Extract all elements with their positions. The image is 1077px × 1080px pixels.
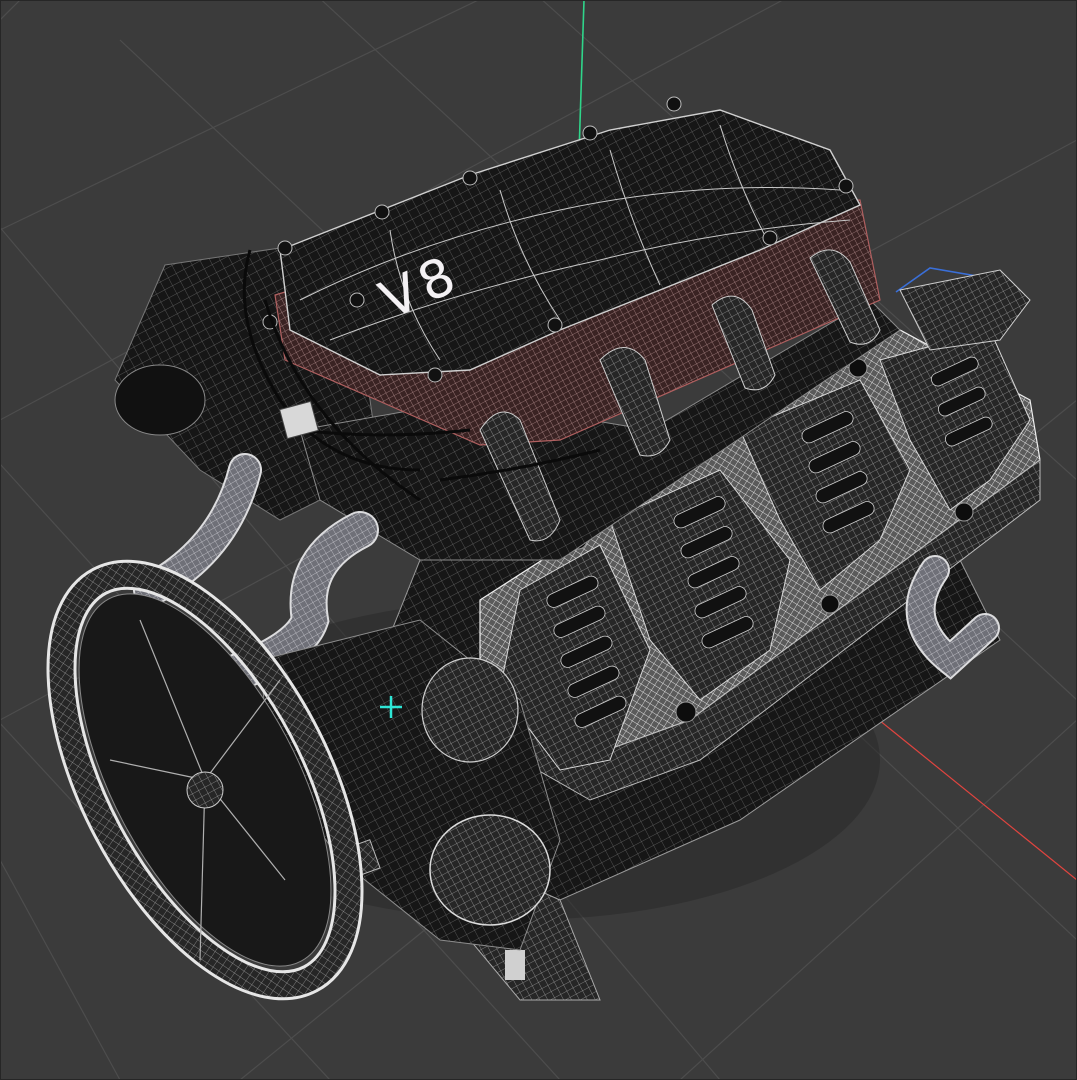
3d-viewport[interactable]: V8	[0, 0, 1077, 1080]
rear-pulley[interactable]	[114, 364, 206, 436]
oil-pan-bolt	[505, 950, 525, 980]
alternator[interactable]	[421, 657, 519, 763]
crank-pulley[interactable]	[429, 814, 551, 926]
viewport-canvas[interactable]: V8	[0, 0, 1077, 1080]
